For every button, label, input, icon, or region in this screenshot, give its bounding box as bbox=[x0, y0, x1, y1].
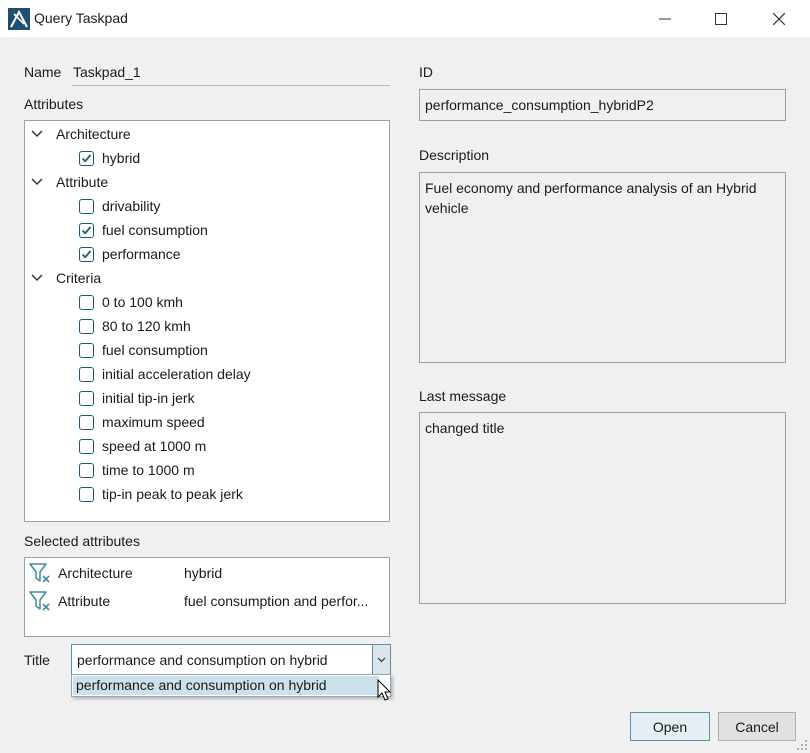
mouse-cursor-icon bbox=[377, 679, 392, 701]
tree-item-label: tip-in peak to peak jerk bbox=[102, 486, 243, 502]
tree-item-label: fuel consumption bbox=[102, 342, 208, 358]
checkmark-icon bbox=[81, 153, 92, 163]
tree-group-label: Attribute bbox=[56, 174, 109, 190]
checkbox[interactable] bbox=[79, 438, 94, 454]
tree-item[interactable]: fuel consumption bbox=[79, 219, 208, 241]
cancel-button[interactable]: Cancel bbox=[718, 712, 796, 741]
selected-attribute-row[interactable]: Attribute fuel consumption and perfor... bbox=[25, 587, 389, 615]
tree-item-label: drivability bbox=[102, 198, 161, 214]
tree-item[interactable]: 80 to 120 kmh bbox=[79, 315, 191, 337]
resize-grip-icon[interactable] bbox=[796, 739, 808, 751]
selected-attributes-label: Selected attributes bbox=[24, 533, 140, 549]
id-field[interactable]: performance_consumption_hybridP2 bbox=[419, 89, 786, 121]
title-bar: Query Taskpad bbox=[0, 0, 810, 37]
tree-item-label: hybrid bbox=[102, 150, 141, 166]
chevron-down-icon bbox=[377, 657, 386, 662]
title-dropdown-option[interactable]: performance and consumption on hybrid bbox=[73, 676, 379, 695]
description-field[interactable]: Fuel economy and performance analysis of… bbox=[419, 172, 786, 363]
tree-item[interactable]: tip-in peak to peak jerk bbox=[79, 483, 243, 505]
selected-attribute-key: Architecture bbox=[58, 565, 133, 581]
title-combobox[interactable]: performance and consumption on hybrid bbox=[71, 644, 391, 675]
tree-item[interactable]: maximum speed bbox=[79, 411, 205, 433]
tree-item[interactable]: drivability bbox=[79, 195, 160, 217]
checkbox[interactable] bbox=[79, 294, 94, 310]
tree-item[interactable]: hybrid bbox=[79, 147, 140, 169]
tree-group-architecture[interactable]: Architecture bbox=[30, 123, 131, 145]
description-label: Description bbox=[419, 147, 490, 163]
tree-item[interactable]: performance bbox=[79, 243, 181, 265]
checkbox-checked[interactable] bbox=[79, 246, 94, 262]
id-label: ID bbox=[419, 64, 433, 80]
tree-item-label: initial tip-in jerk bbox=[102, 390, 195, 406]
open-button[interactable]: Open bbox=[630, 712, 710, 741]
name-input[interactable]: Taskpad_1 bbox=[73, 64, 141, 80]
checkbox[interactable] bbox=[79, 486, 94, 502]
chevron-down-icon[interactable] bbox=[30, 271, 44, 285]
minimize-icon bbox=[659, 18, 671, 19]
checkmark-icon bbox=[81, 225, 92, 235]
selected-attribute-key: Attribute bbox=[58, 593, 111, 609]
last-message-label: Last message bbox=[419, 388, 507, 404]
tree-item-label: 80 to 120 kmh bbox=[102, 318, 191, 334]
chevron-down-icon[interactable] bbox=[30, 127, 44, 141]
filter-remove-icon[interactable] bbox=[29, 590, 51, 612]
tree-group-label: Architecture bbox=[56, 126, 131, 142]
filter-remove-icon[interactable] bbox=[29, 562, 51, 584]
title-dropdown-list: performance and consumption on hybrid bbox=[71, 674, 391, 697]
checkbox[interactable] bbox=[79, 462, 94, 478]
selected-attribute-value: hybrid bbox=[184, 565, 223, 581]
name-label: Name bbox=[24, 64, 62, 80]
title-label: Title bbox=[24, 652, 50, 668]
maximize-icon bbox=[715, 12, 727, 25]
name-underline bbox=[72, 85, 390, 86]
checkbox-checked[interactable] bbox=[79, 222, 94, 238]
selected-attribute-value: fuel consumption and perfor... bbox=[184, 593, 369, 609]
checkmark-icon bbox=[81, 249, 92, 259]
tree-item-label: speed at 1000 m bbox=[102, 438, 207, 454]
tree-item[interactable]: initial tip-in jerk bbox=[79, 387, 195, 409]
minimize-button[interactable] bbox=[636, 0, 694, 37]
last-message-field: changed title bbox=[419, 412, 786, 604]
tree-group-attribute[interactable]: Attribute bbox=[30, 171, 108, 193]
checkbox[interactable] bbox=[79, 414, 94, 430]
selected-attributes-list[interactable]: Architecture hybrid Attribute fuel consumpt… bbox=[24, 557, 390, 637]
checkbox[interactable] bbox=[79, 390, 94, 406]
checkbox[interactable] bbox=[79, 366, 94, 382]
close-icon bbox=[773, 12, 785, 25]
close-button[interactable] bbox=[750, 0, 808, 37]
tree-item[interactable]: time to 1000 m bbox=[79, 459, 195, 481]
tree-item-label: initial acceleration delay bbox=[102, 366, 251, 382]
attributes-tree[interactable]: Architecture hybrid Attribute drivability fu… bbox=[24, 120, 390, 522]
tree-item-label: performance bbox=[102, 246, 181, 262]
title-combobox-value[interactable]: performance and consumption on hybrid bbox=[77, 652, 328, 668]
chevron-down-icon[interactable] bbox=[30, 175, 44, 189]
checkbox[interactable] bbox=[79, 342, 94, 358]
tree-item[interactable]: speed at 1000 m bbox=[79, 435, 206, 457]
checkbox[interactable] bbox=[79, 198, 94, 214]
selected-attribute-row[interactable]: Architecture hybrid bbox=[25, 559, 389, 587]
tree-item-label: 0 to 100 kmh bbox=[102, 294, 183, 310]
window-title: Query Taskpad bbox=[34, 10, 128, 26]
attributes-label: Attributes bbox=[24, 96, 84, 112]
maximize-button[interactable] bbox=[692, 0, 750, 37]
tree-group-criteria[interactable]: Criteria bbox=[30, 267, 101, 289]
checkbox[interactable] bbox=[79, 318, 94, 334]
title-dropdown-button[interactable] bbox=[372, 645, 390, 674]
app-icon bbox=[8, 8, 30, 30]
tree-item[interactable]: 0 to 100 kmh bbox=[79, 291, 183, 313]
tree-item-label: fuel consumption bbox=[102, 222, 208, 238]
checkbox-checked[interactable] bbox=[79, 150, 94, 166]
tree-item[interactable]: fuel consumption bbox=[79, 339, 208, 361]
tree-item-label: maximum speed bbox=[102, 414, 205, 430]
tree-group-label: Criteria bbox=[56, 270, 102, 286]
tree-item[interactable]: initial acceleration delay bbox=[79, 363, 251, 385]
tree-item-label: time to 1000 m bbox=[102, 462, 195, 478]
